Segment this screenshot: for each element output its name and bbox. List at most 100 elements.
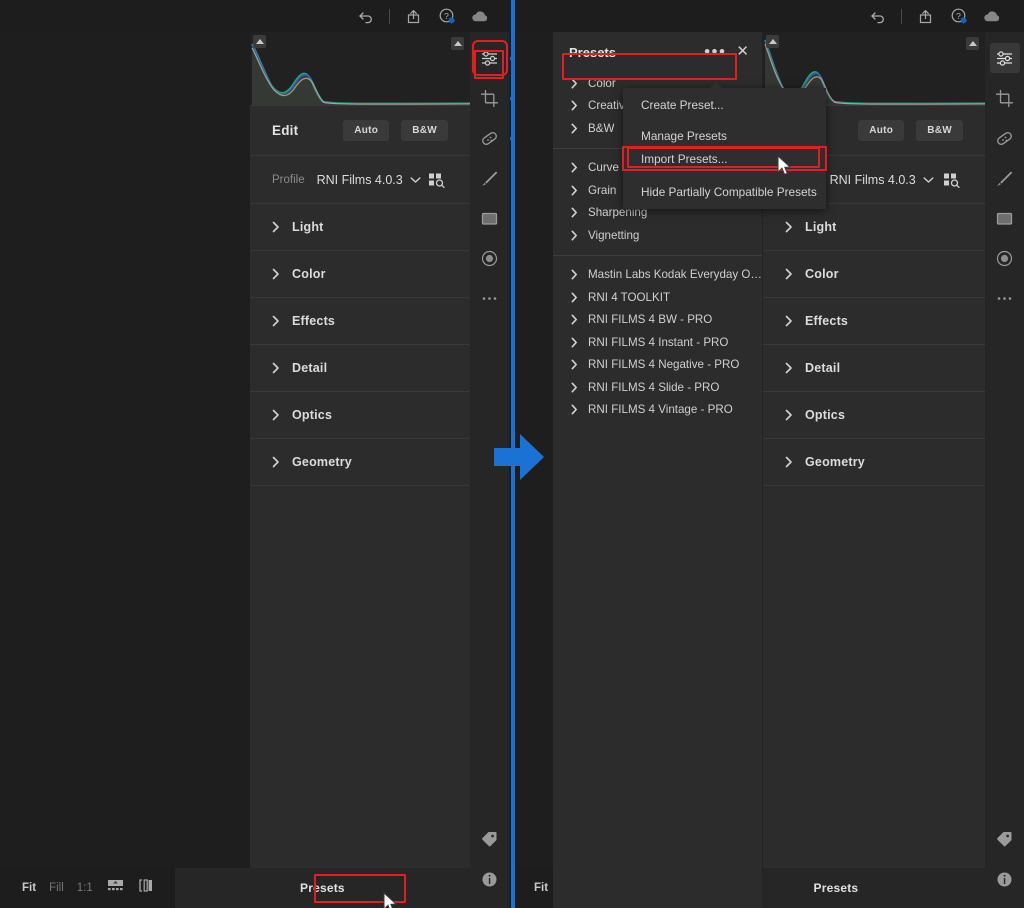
highlight-clipping-toggle[interactable] (966, 37, 979, 50)
help-icon[interactable]: ? (942, 0, 976, 32)
menu-item-hide-partially-compatible-presets[interactable]: Hide Partially Compatible Presets (623, 180, 826, 203)
mouse-cursor-menu (777, 154, 792, 182)
svg-text:?: ? (956, 11, 961, 21)
zoom-fit[interactable]: Fit (534, 882, 548, 894)
healing-tool[interactable] (475, 123, 515, 153)
section-effects[interactable]: Effects (250, 298, 470, 345)
chevron-down-icon[interactable] (410, 171, 421, 189)
cloud-sync-icon[interactable] (464, 0, 498, 32)
preset-group-rni-films-4-slide-pro[interactable]: RNI FILMS 4 Slide - PRO (553, 376, 762, 399)
preset-group-rni-films-4-negative-pro[interactable]: RNI FILMS 4 Negative - PRO (553, 354, 762, 377)
help-icon[interactable]: ? (430, 0, 464, 32)
section-geometry[interactable]: Geometry (250, 439, 470, 486)
masking-brush-tool[interactable] (990, 163, 1020, 193)
zoom-fill[interactable]: Fill (49, 882, 64, 894)
profile-value[interactable]: RNI Films 4.0.3 (317, 173, 403, 187)
cloud-sync-icon[interactable] (976, 0, 1010, 32)
crop-tool[interactable] (990, 83, 1020, 113)
shadow-clipping-toggle[interactable] (253, 35, 266, 48)
chevron-right-icon (571, 337, 578, 348)
left-screenshot-half: ? Edit Auto B&W Profile RNI Films 4.0.3 … (0, 0, 515, 908)
presets-button-left[interactable]: Presets (174, 868, 470, 908)
menu-item-create-preset[interactable]: Create Preset... (623, 93, 826, 116)
shadow-clipping-toggle[interactable] (766, 35, 779, 48)
preset-group-label: Mastin Labs Kodak Everyday Or... (588, 268, 762, 282)
share-icon[interactable] (908, 0, 942, 32)
chevron-right-icon (785, 221, 793, 233)
profile-browser-icon[interactable] (426, 170, 448, 190)
linear-gradient-tool[interactable] (990, 203, 1020, 233)
preset-group-vignetting[interactable]: Vignetting (553, 224, 762, 247)
chevron-right-icon (571, 314, 578, 325)
filmstrip-icon[interactable] (106, 878, 125, 898)
section-effects[interactable]: Effects (763, 298, 985, 345)
section-geometry[interactable]: Geometry (763, 439, 985, 486)
section-light[interactable]: Light (763, 204, 985, 251)
section-label: Detail (292, 361, 328, 375)
info-tool[interactable] (990, 864, 1020, 894)
edit-tool[interactable] (989, 43, 1020, 73)
section-color[interactable]: Color (250, 251, 470, 298)
preset-group-rni-films-4-vintage-pro[interactable]: RNI FILMS 4 Vintage - PRO (553, 399, 762, 422)
section-optics[interactable]: Optics (250, 392, 470, 439)
edit-sections-right: Light Color Effects Detail Optics Geomet… (763, 204, 985, 486)
crop-tool[interactable] (475, 83, 515, 113)
chevron-right-icon (571, 162, 578, 173)
preset-group-rni-films-4-instant-pro[interactable]: RNI FILMS 4 Instant - PRO (553, 331, 762, 354)
menu-item-import-presets[interactable]: Import Presets... (622, 146, 827, 171)
section-optics[interactable]: Optics (763, 392, 985, 439)
section-detail[interactable]: Detail (763, 345, 985, 392)
screenshot-root: ? Edit Auto B&W Profile RNI Films 4.0.3 … (0, 0, 1024, 908)
linear-gradient-tool[interactable] (475, 203, 505, 233)
preset-group-rni-4-toolkit[interactable]: RNI 4 TOOLKIT (553, 286, 762, 309)
menu-item-manage-presets[interactable]: Manage Presets (623, 124, 826, 147)
auto-button[interactable]: Auto (858, 120, 905, 141)
edit-sections-left: Light Color Effects Detail Optics Geomet… (250, 204, 470, 486)
section-label: Effects (292, 314, 336, 328)
section-light[interactable]: Light (250, 204, 470, 251)
info-tool[interactable] (475, 864, 505, 894)
undo-icon[interactable] (349, 0, 383, 32)
bw-button[interactable]: B&W (401, 120, 448, 141)
chevron-right-icon (272, 456, 280, 468)
section-label: Color (292, 267, 326, 281)
preset-group-label: Grain (588, 183, 617, 197)
edit-tool[interactable] (471, 40, 515, 76)
preset-group-label: RNI 4 TOOLKIT (588, 290, 671, 304)
compare-view-icon[interactable] (138, 878, 157, 898)
section-detail[interactable]: Detail (250, 345, 470, 392)
preset-group-label: RNI FILMS 4 Slide - PRO (588, 380, 720, 394)
preset-group-label: B&W (588, 121, 615, 135)
preset-group-label: RNI FILMS 4 Vintage - PRO (588, 403, 733, 417)
chevron-right-icon (571, 78, 578, 89)
chevron-right-icon (272, 268, 280, 280)
more-tools[interactable] (475, 283, 505, 313)
healing-tool[interactable] (990, 123, 1020, 153)
section-color[interactable]: Color (763, 251, 985, 298)
close-icon[interactable]: ✕ (736, 44, 749, 59)
radial-gradient-tool[interactable] (990, 243, 1020, 273)
section-label: Geometry (805, 455, 865, 469)
keywords-tool[interactable] (990, 824, 1020, 854)
masking-brush-tool[interactable] (475, 163, 505, 193)
profile-value[interactable]: RNI Films 4.0.3 (830, 173, 916, 187)
chevron-right-icon (571, 100, 578, 111)
zoom-fit[interactable]: Fit (22, 882, 36, 894)
zoom-1to1[interactable]: 1:1 (77, 882, 93, 894)
chevron-right-icon (571, 185, 578, 196)
radial-gradient-tool[interactable] (475, 243, 505, 273)
bw-button[interactable]: B&W (916, 120, 963, 141)
preset-group-rni-films-4-bw-pro[interactable]: RNI FILMS 4 BW - PRO (553, 309, 762, 332)
highlight-clipping-toggle[interactable] (451, 37, 464, 50)
auto-button[interactable]: Auto (343, 120, 390, 141)
profile-browser-icon[interactable] (941, 170, 963, 190)
section-label: Geometry (292, 455, 352, 469)
chevron-down-icon[interactable] (923, 171, 934, 189)
share-icon[interactable] (396, 0, 430, 32)
toolbar-divider (901, 8, 902, 24)
ellipsis-icon[interactable]: ••• (704, 43, 726, 60)
more-tools[interactable] (990, 283, 1020, 313)
undo-icon[interactable] (861, 0, 895, 32)
preset-group-mastin-labs[interactable]: Mastin Labs Kodak Everyday Or... (553, 264, 762, 287)
keywords-tool[interactable] (475, 824, 505, 854)
